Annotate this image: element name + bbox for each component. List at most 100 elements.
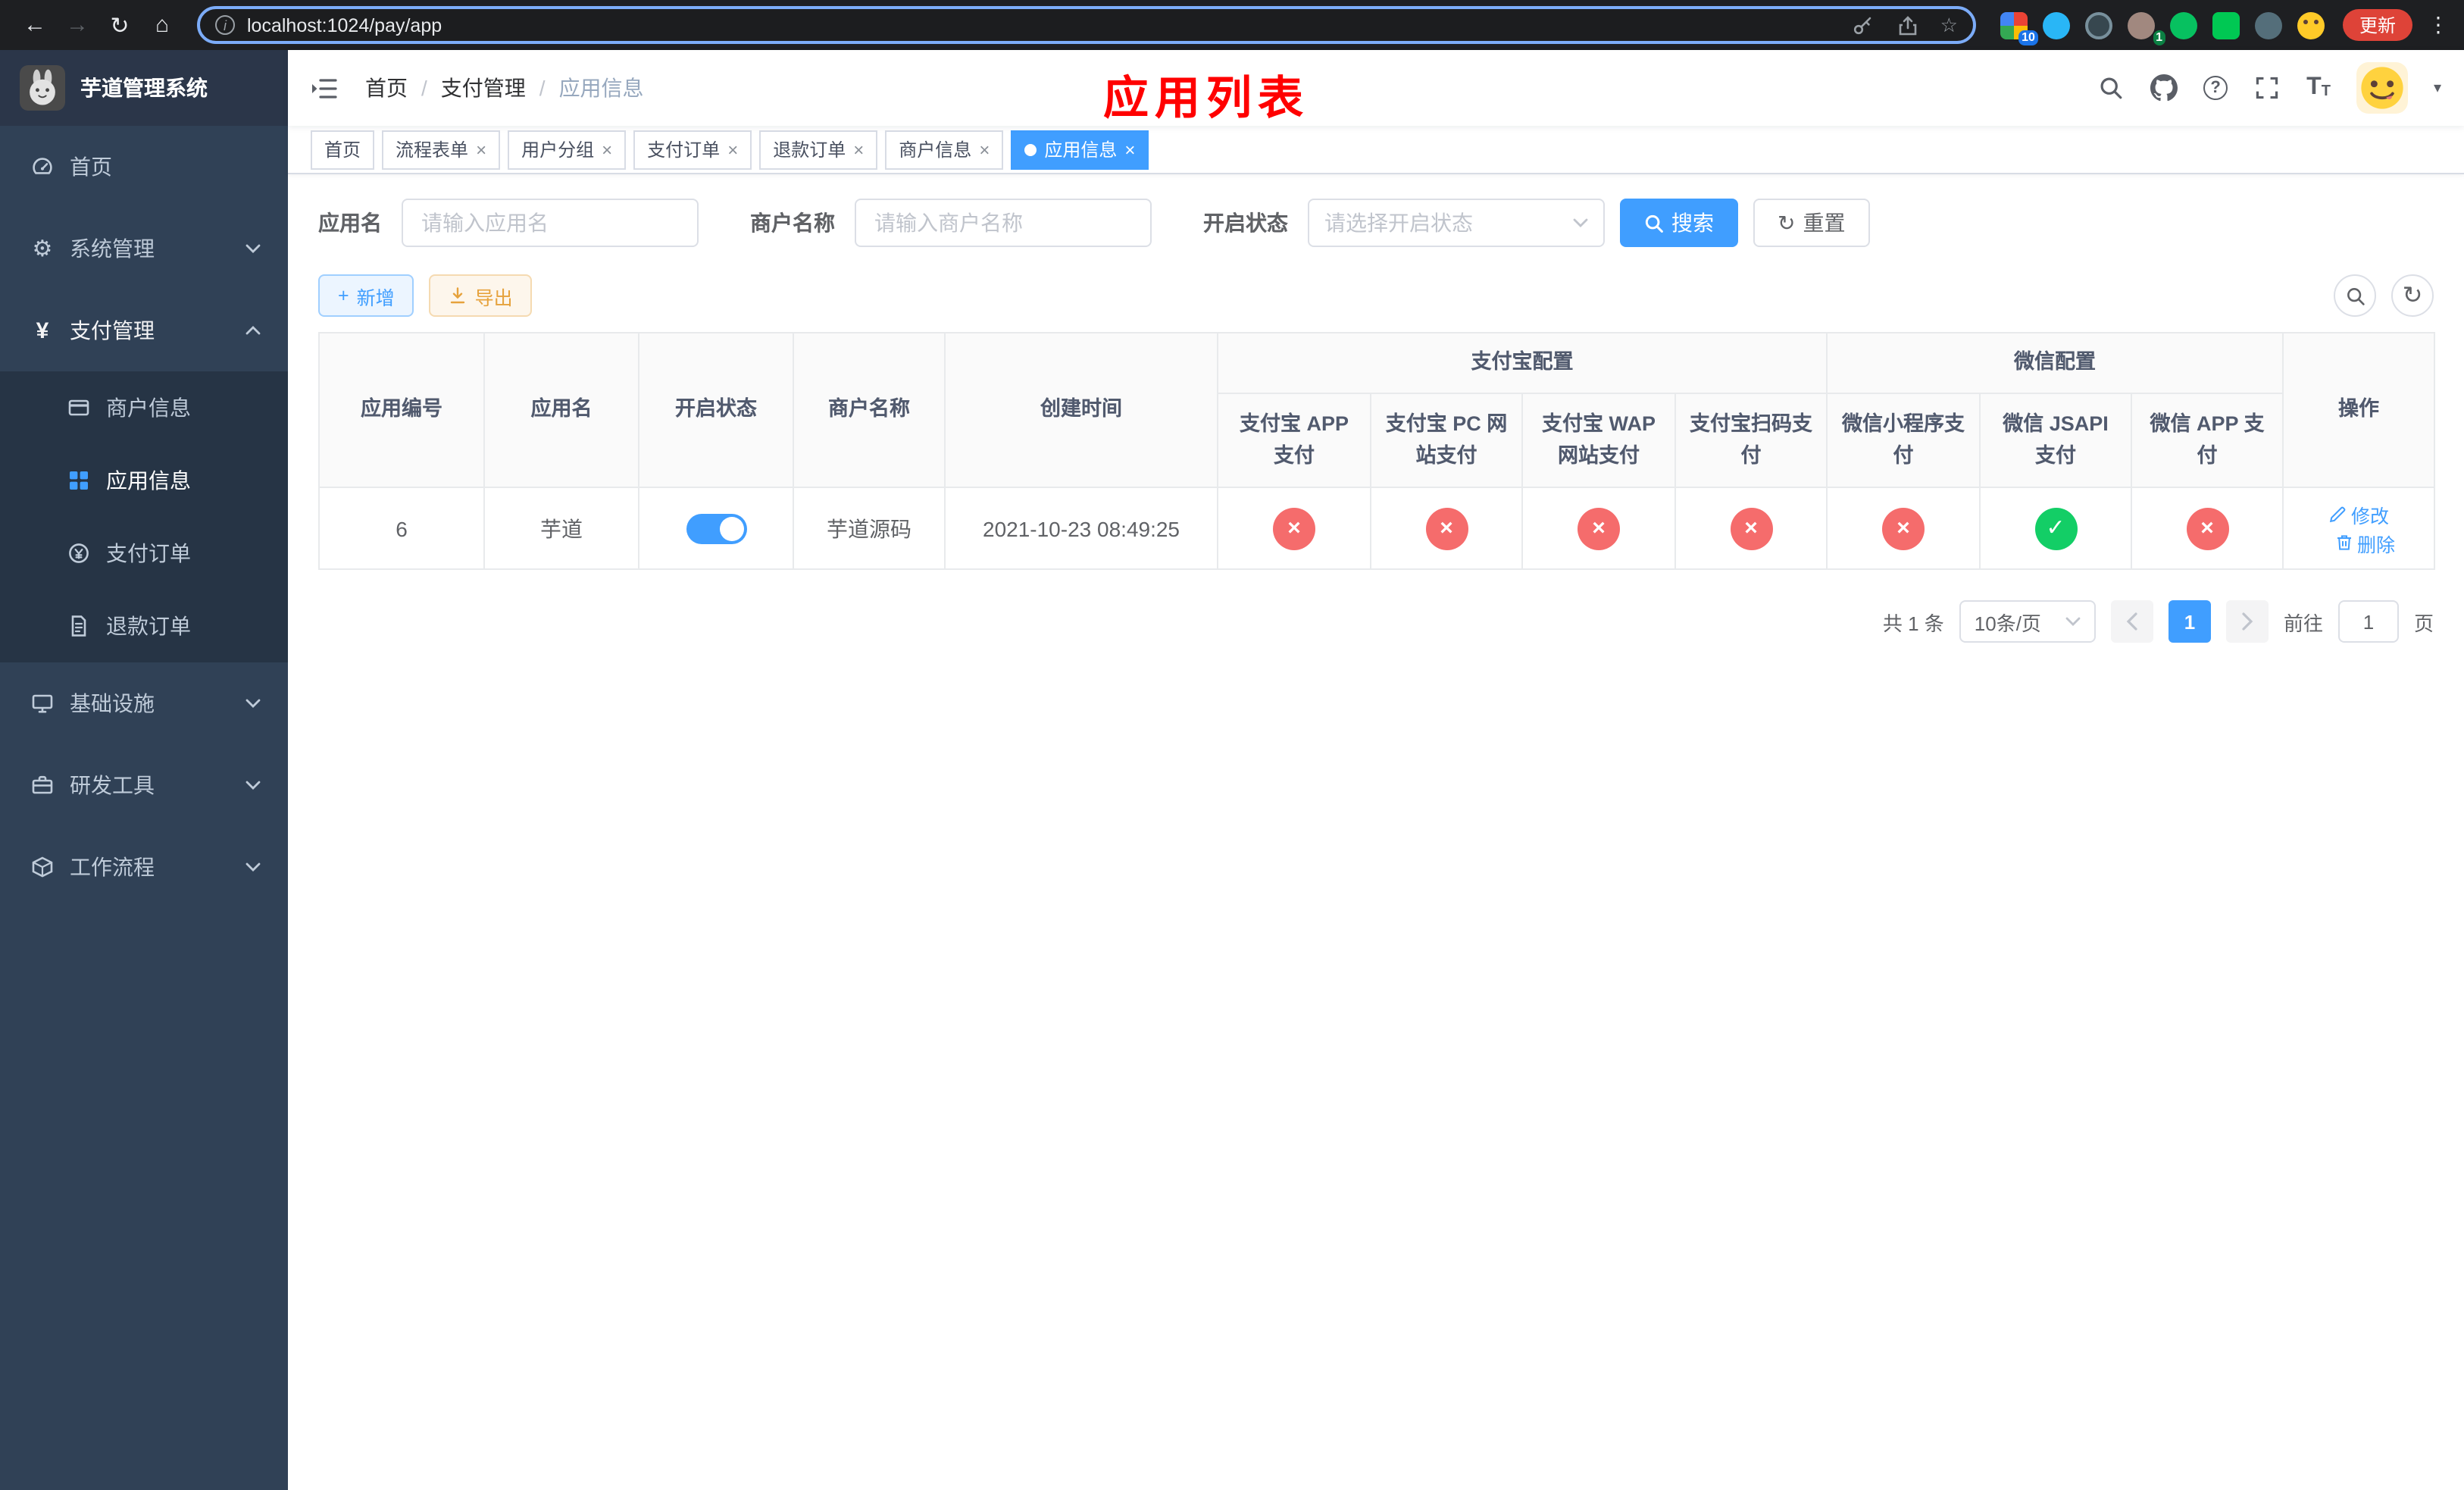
tab-close-icon[interactable]: ×	[853, 140, 864, 158]
share-icon[interactable]	[1895, 11, 1922, 39]
browser-menu-icon[interactable]: ⋮	[2428, 12, 2449, 38]
sidebar-item-system[interactable]: ⚙ 系统管理	[0, 208, 288, 290]
tab-app-info[interactable]: 应用信息 ×	[1011, 130, 1149, 169]
sidebar-item-payment[interactable]: ¥ 支付管理	[0, 290, 288, 371]
logo-image	[20, 65, 65, 111]
sidebar-toggle-icon[interactable]	[311, 73, 341, 103]
page-size-select[interactable]: 10条/页	[1959, 600, 2096, 643]
edit-link[interactable]: 修改	[2328, 499, 2389, 528]
prev-page-button[interactable]	[2110, 600, 2153, 643]
tab-refund-order[interactable]: 退款订单 ×	[759, 130, 878, 169]
chevron-down-icon	[245, 862, 261, 872]
extensions-area: 10 1	[2000, 11, 2325, 45]
add-button[interactable]: + 新增	[318, 274, 414, 317]
extension-grid-icon[interactable]: 10	[2000, 11, 2038, 45]
user-avatar[interactable]	[2356, 62, 2408, 114]
sidebar-item-infrastructure[interactable]: 基础设施	[0, 662, 288, 744]
sidebar-item-label: 工作流程	[70, 855, 155, 879]
home-button[interactable]: ⌂	[142, 5, 182, 45]
page-number-button[interactable]: 1	[2168, 600, 2211, 643]
sidebar-item-home[interactable]: 首页	[0, 126, 288, 208]
url-text: localhost:1024/pay/app	[247, 14, 442, 36]
breadcrumb: 首页 / 支付管理 / 应用信息	[365, 73, 644, 103]
extension-drop-icon[interactable]	[2042, 11, 2070, 39]
password-key-icon[interactable]	[1850, 11, 1877, 39]
chevron-down-icon	[245, 699, 261, 708]
tab-close-icon[interactable]: ×	[1124, 140, 1135, 158]
back-button[interactable]: ←	[15, 5, 55, 45]
sidebar-item-workflow[interactable]: 工作流程	[0, 826, 288, 908]
alipay-app-disabled-icon: ×	[1273, 507, 1315, 549]
sidebar-item-app-info[interactable]: 应用信息	[0, 444, 288, 517]
column-header-actions: 操作	[2282, 332, 2436, 488]
payment-submenu: 商户信息 应用信息 支付订单 退款订单	[0, 371, 288, 662]
tab-user-group[interactable]: 用户分组 ×	[508, 130, 627, 169]
reset-button[interactable]: ↻ 重置	[1753, 199, 1870, 247]
bookmark-star-icon[interactable]: ☆	[1940, 13, 1958, 37]
search-button[interactable]: 搜索	[1620, 199, 1738, 247]
tab-home[interactable]: 首页	[311, 130, 375, 169]
search-icon[interactable]	[2097, 74, 2125, 102]
site-info-icon[interactable]: i	[215, 15, 235, 35]
font-size-icon[interactable]: TT	[2306, 75, 2331, 100]
github-icon[interactable]	[2150, 74, 2178, 102]
browser-update-button[interactable]: 更新	[2342, 9, 2412, 41]
monitor-icon	[30, 691, 55, 715]
tab-close-icon[interactable]: ×	[476, 140, 486, 158]
sidebar-item-pay-order[interactable]: 支付订单	[0, 517, 288, 590]
fullscreen-icon[interactable]	[2253, 74, 2281, 102]
app-name-input[interactable]	[402, 199, 699, 247]
alipay-pc-disabled-icon: ×	[1425, 507, 1468, 549]
extension-wechat-icon[interactable]	[2169, 11, 2197, 39]
status-select[interactable]: 请选择开启状态	[1308, 199, 1605, 247]
toggle-search-button[interactable]	[2334, 274, 2376, 317]
breadcrumb-separator: /	[421, 76, 427, 100]
tab-process-form[interactable]: 流程表单 ×	[382, 130, 501, 169]
status-toggle[interactable]	[686, 513, 746, 543]
group-header-alipay: 支付宝配置	[1217, 332, 1828, 394]
sidebar-item-label: 支付订单	[106, 541, 191, 565]
refresh-button[interactable]: ↻	[100, 5, 139, 45]
status-select-placeholder: 请选择开启状态	[1324, 211, 1473, 235]
tabs-bar: 首页 流程表单 × 用户分组 × 支付订单 × 退款订单 × 商户信息 × 应用…	[288, 126, 2464, 174]
goto-unit-label: 页	[2413, 612, 2434, 634]
sidebar-item-refund-order[interactable]: 退款订单	[0, 590, 288, 662]
column-header-wx-mini: 微信小程序支付	[1826, 393, 1981, 488]
tab-close-icon[interactable]: ×	[727, 140, 738, 158]
merchant-name-input[interactable]	[855, 199, 1152, 247]
tab-close-icon[interactable]: ×	[602, 140, 612, 158]
breadcrumb-home[interactable]: 首页	[365, 73, 408, 103]
tab-label: 退款订单	[773, 139, 846, 161]
add-button-label: 新增	[356, 287, 395, 308]
sidebar-item-dev-tools[interactable]: 研发工具	[0, 744, 288, 826]
extension-green-icon[interactable]	[2212, 11, 2240, 39]
delete-link[interactable]: 删除	[2334, 528, 2395, 557]
sidebar-logo[interactable]: 芋道管理系统	[0, 50, 288, 126]
address-bar[interactable]: i localhost:1024/pay/app ☆	[197, 6, 1976, 44]
chevron-down-icon	[1573, 218, 1588, 227]
extension-dark-icon[interactable]	[2084, 11, 2112, 39]
tab-merchant-info[interactable]: 商户信息 ×	[885, 130, 1004, 169]
page-size-value: 10条/页	[1974, 612, 2041, 634]
forward-button[interactable]: →	[58, 5, 97, 45]
next-page-button[interactable]	[2225, 600, 2269, 643]
app-table: 应用编号 应用名 开启状态 商户名称 创建时间 支付宝配置 微信配置 操作 支付…	[318, 332, 2436, 570]
column-header-wx-jsapi: 微信 JSAPI 支付	[1979, 393, 2132, 488]
breadcrumb-payment[interactable]: 支付管理	[441, 73, 526, 103]
goto-page-input[interactable]	[2337, 600, 2399, 643]
help-icon[interactable]: ?	[2203, 76, 2228, 100]
goto-label: 前往	[2283, 612, 2323, 634]
sidebar-item-label: 商户信息	[106, 396, 191, 420]
tab-close-icon[interactable]: ×	[979, 140, 990, 158]
export-button[interactable]: 导出	[429, 274, 533, 317]
extension-avatar-icon[interactable]: 1	[2127, 11, 2165, 45]
cell-id: 6	[318, 487, 485, 570]
tab-pay-order[interactable]: 支付订单 ×	[633, 130, 752, 169]
avatar-caret-icon[interactable]: ▾	[2434, 80, 2441, 96]
extension-pin-icon[interactable]	[2254, 11, 2282, 39]
column-header-merchant: 商户名称	[793, 332, 946, 488]
credit-card-icon	[67, 396, 91, 420]
sidebar-item-merchant-info[interactable]: 商户信息	[0, 371, 288, 444]
refresh-table-button[interactable]: ↻	[2391, 274, 2434, 317]
extension-emoji-icon[interactable]	[2297, 11, 2325, 39]
